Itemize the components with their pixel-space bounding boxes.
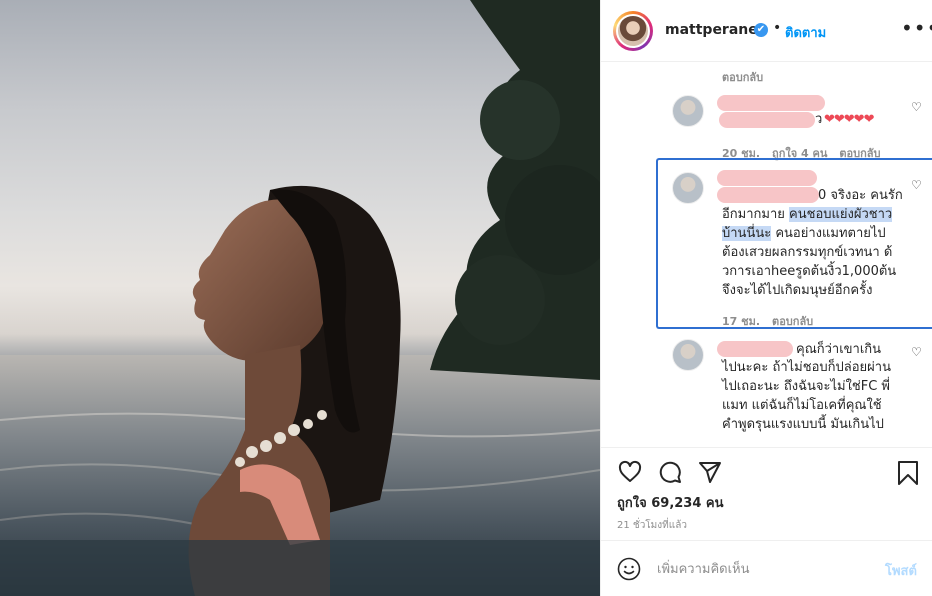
comments-list[interactable]: ตอบกลับ ว ❤❤❤❤❤ ♡ 20 ชม. ถูกใจ 4 คน ตอบกลั…: [601, 62, 932, 447]
add-comment-bar: โพสต์: [601, 540, 932, 596]
highlighted-phrase: บ้านนี่นะ: [722, 226, 772, 241]
redacted-username: [717, 170, 817, 186]
hearts-emoji: ❤❤❤❤❤: [824, 112, 874, 127]
share-icon[interactable]: [697, 460, 723, 484]
comment-text-line: คุณก็ว่าเขาเกิน: [796, 342, 882, 357]
photo-scene: [0, 0, 600, 596]
dot-separator: •: [773, 20, 782, 36]
comment-reply-button[interactable]: ตอบกลับ: [772, 315, 813, 328]
comment-input[interactable]: [657, 559, 877, 579]
post-comment-button[interactable]: โพสต์: [885, 560, 917, 581]
like-comment-heart-icon[interactable]: ♡: [911, 100, 922, 114]
likes-count[interactable]: ถูกใจ 69,234 คน: [617, 492, 724, 513]
verified-badge-icon: ✔: [754, 23, 768, 37]
redacted-text: [719, 112, 815, 128]
comment-icon[interactable]: [657, 460, 683, 484]
heart-icon[interactable]: [617, 460, 643, 484]
bookmark-icon[interactable]: [897, 460, 919, 486]
comment-avatar[interactable]: [672, 95, 704, 127]
like-comment-heart-icon[interactable]: ♡: [911, 345, 922, 359]
comment-time: 17 ชม.: [722, 315, 761, 328]
like-comment-heart-icon[interactable]: ♡: [911, 178, 922, 192]
follow-button[interactable]: ติดตาม: [785, 22, 826, 43]
comment-text: ว: [815, 112, 823, 127]
reply-button[interactable]: ตอบกลับ: [722, 68, 763, 86]
post-header: mattperanee ✔ • ติดตาม •••: [601, 0, 932, 62]
more-options-icon[interactable]: •••: [901, 18, 932, 38]
redacted-text: [717, 187, 819, 203]
comment-text-block: ไปนะคะ ถ้าไม่ชอบก็ปล่อยผ่าน ไปเถอะนะ ถึง…: [722, 360, 891, 432]
comment-avatar[interactable]: [672, 339, 704, 371]
post-photo[interactable]: [0, 0, 600, 596]
avatar[interactable]: [613, 11, 653, 51]
comment-avatar[interactable]: [672, 172, 704, 204]
emoji-icon[interactable]: [617, 557, 641, 581]
comment-text-block: อีกมากมาย คนชอบแย่งผัวชาว บ้านนี่นะ คนอย…: [722, 207, 897, 298]
highlighted-phrase: คนชอบแย่งผัวชาว: [789, 207, 893, 222]
post-side-panel: mattperanee ✔ • ติดตาม ••• ตอบกลับ ว ❤❤❤…: [600, 0, 932, 596]
post-time[interactable]: 21 ชั่วโมงที่แล้ว: [617, 518, 687, 533]
comment-meta: 17 ชม. ตอบกลับ: [722, 312, 825, 330]
comment-text-line: 0 จริงอะ คนรัก: [818, 188, 903, 203]
redacted-username: [717, 341, 793, 357]
username[interactable]: mattperanee: [665, 22, 767, 38]
redacted-username: [717, 95, 825, 111]
